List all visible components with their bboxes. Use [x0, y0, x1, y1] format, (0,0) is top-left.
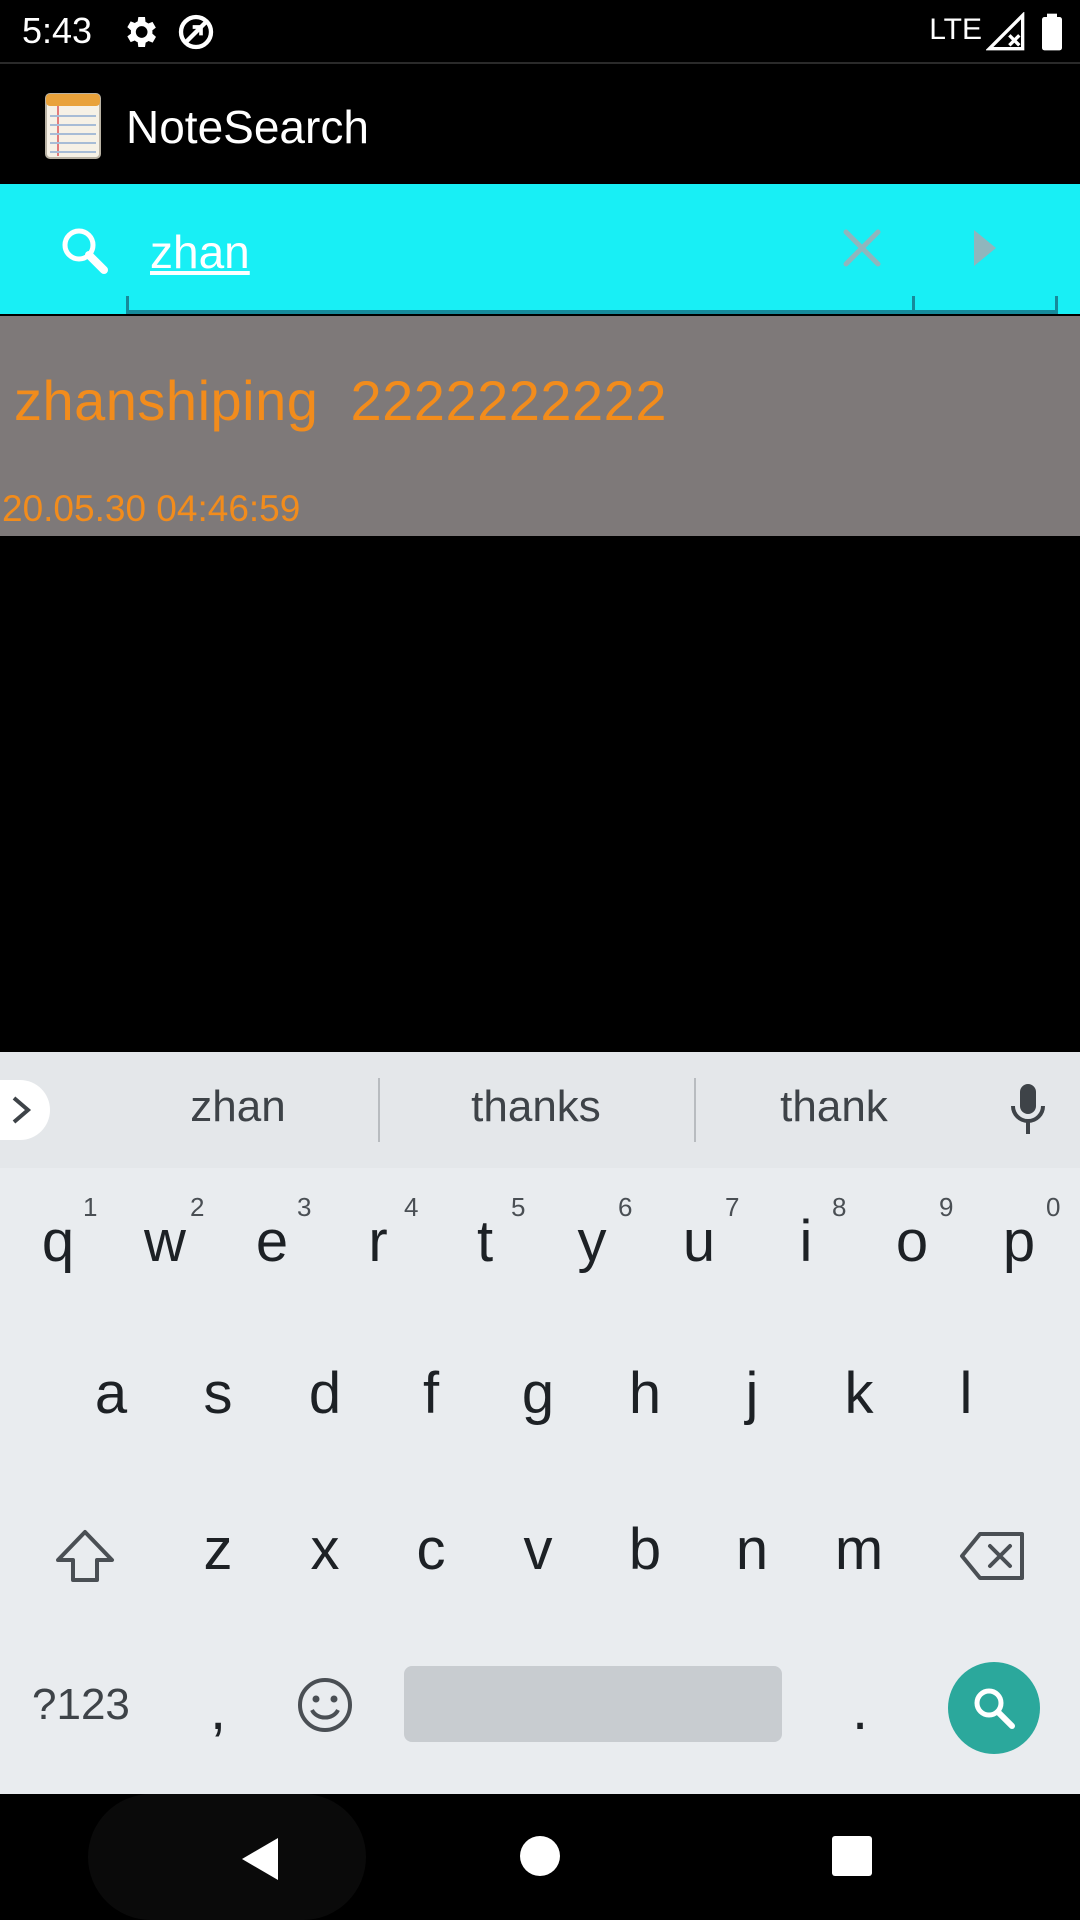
- screen: 5:43 LTE NoteSearch zhan zhanshiping 222…: [0, 0, 1080, 1920]
- key-hint: 0: [1046, 1192, 1061, 1222]
- app-title: NoteSearch: [126, 101, 369, 153]
- app-bar: NoteSearch: [0, 64, 1080, 184]
- key-n[interactable]: n: [712, 1516, 792, 1583]
- key-hint: 8: [832, 1192, 847, 1222]
- key-k[interactable]: k: [819, 1360, 899, 1427]
- key-h[interactable]: h: [605, 1360, 685, 1427]
- data-saver-icon: [178, 14, 214, 50]
- search-icon: [62, 228, 108, 274]
- symbols-key[interactable]: ?123: [32, 1680, 130, 1730]
- comma-key[interactable]: ,: [178, 1676, 258, 1743]
- navigation-bar: [0, 1794, 1080, 1920]
- period-key[interactable]: .: [820, 1676, 900, 1743]
- battery-icon: [1042, 13, 1062, 51]
- key-d[interactable]: d: [285, 1360, 365, 1427]
- search-icon: [974, 1688, 1015, 1729]
- space-key[interactable]: [404, 1666, 782, 1742]
- key-hint: 1: [83, 1192, 98, 1222]
- key-l[interactable]: l: [926, 1360, 1006, 1427]
- signal-icon: [986, 12, 1025, 51]
- key-v[interactable]: v: [498, 1516, 578, 1583]
- home-icon[interactable]: [520, 1836, 560, 1876]
- suggestion-divider: [694, 1078, 696, 1142]
- key-b[interactable]: b: [605, 1516, 685, 1583]
- nav-back-area: [88, 1794, 366, 1920]
- search-action-key[interactable]: [948, 1662, 1040, 1754]
- key-hint: 2: [190, 1192, 205, 1222]
- key-c[interactable]: c: [391, 1516, 471, 1583]
- key-z[interactable]: z: [178, 1516, 258, 1583]
- clear-icon[interactable]: [838, 222, 886, 274]
- network-type: LTE: [929, 13, 982, 46]
- suggestion-bar: zhan thanks thank: [0, 1052, 1080, 1168]
- suggestion-2[interactable]: thanks: [436, 1082, 636, 1132]
- microphone-icon[interactable]: [1008, 1082, 1048, 1136]
- key-j[interactable]: j: [712, 1360, 792, 1427]
- emoji-icon[interactable]: [296, 1676, 354, 1734]
- key-s[interactable]: s: [178, 1360, 258, 1427]
- key-m[interactable]: m: [819, 1516, 899, 1583]
- result-date: 20.05.30 04:46:59: [2, 488, 301, 529]
- status-bar: 5:43 LTE: [0, 0, 1080, 63]
- suggestion-3[interactable]: thank: [734, 1082, 934, 1132]
- back-icon[interactable]: [238, 1836, 282, 1882]
- status-time: 5:43: [22, 10, 93, 51]
- key-hint: 7: [725, 1192, 740, 1222]
- recents-icon[interactable]: [832, 1836, 872, 1876]
- suggestion-divider: [378, 1078, 380, 1142]
- key-hint: 9: [939, 1192, 954, 1222]
- key-f[interactable]: f: [391, 1360, 471, 1427]
- settings-icon: [127, 17, 156, 47]
- key-hint: 3: [297, 1192, 312, 1222]
- key-hint: 4: [404, 1192, 419, 1222]
- backspace-icon[interactable]: [958, 1530, 1028, 1582]
- suggestion-1[interactable]: zhan: [138, 1082, 338, 1132]
- chevron-right-icon: [12, 1096, 32, 1124]
- key-hint: 5: [511, 1192, 526, 1222]
- go-arrow-icon[interactable]: [968, 224, 1002, 272]
- search-input-underline: [126, 310, 1058, 314]
- search-input[interactable]: [128, 208, 912, 296]
- result-title: zhanshiping 2222222222: [14, 369, 667, 432]
- key-x[interactable]: x: [285, 1516, 365, 1583]
- notepad-icon: [45, 93, 101, 159]
- shift-icon[interactable]: [52, 1526, 118, 1586]
- key-a[interactable]: a: [71, 1360, 151, 1427]
- key-hint: 6: [618, 1192, 633, 1222]
- result-item[interactable]: zhanshiping 2222222222 20.05.30 04:46:59: [0, 316, 1080, 536]
- search-bar: [0, 184, 1080, 314]
- expand-toolbar-button[interactable]: [0, 1080, 50, 1140]
- key-g[interactable]: g: [498, 1360, 578, 1427]
